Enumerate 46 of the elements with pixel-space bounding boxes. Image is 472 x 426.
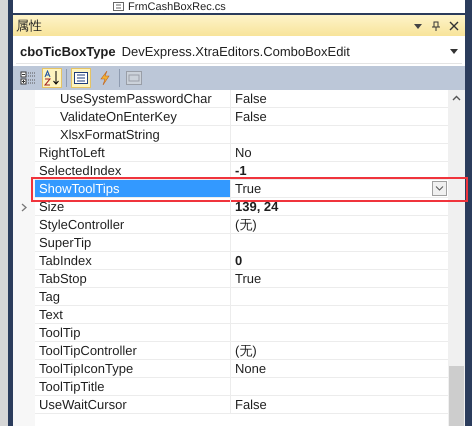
- property-name[interactable]: XlsxFormatString: [35, 126, 231, 144]
- pin-icon[interactable]: [431, 20, 441, 30]
- property-value[interactable]: (无): [235, 216, 257, 232]
- property-value[interactable]: 139, 24: [235, 198, 278, 214]
- property-name[interactable]: StyleController: [35, 216, 231, 234]
- property-value[interactable]: No: [235, 144, 252, 160]
- property-value[interactable]: False: [235, 108, 267, 124]
- property-name[interactable]: ValidateOnEnterKey: [35, 108, 231, 126]
- object-type: DevExpress.XtraEditors.ComboBoxEdit: [122, 44, 351, 58]
- property-name[interactable]: Tag: [35, 288, 231, 306]
- scroll-thumb[interactable]: [449, 366, 464, 426]
- caret-icon: [450, 48, 458, 54]
- scroll-up-icon[interactable]: [452, 95, 461, 101]
- property-value[interactable]: True: [235, 180, 262, 196]
- property-name[interactable]: TabIndex: [35, 252, 231, 270]
- close-icon[interactable]: [449, 20, 459, 30]
- chevron-down-icon: [435, 186, 444, 191]
- sort-icon: [44, 70, 60, 86]
- property-name[interactable]: ToolTip: [35, 324, 231, 342]
- object-name: cboTicBoxType: [20, 44, 116, 58]
- property-name[interactable]: RightToLeft: [35, 144, 231, 162]
- property-value[interactable]: False: [235, 90, 267, 106]
- toolbar-button[interactable]: [42, 68, 62, 88]
- property-name[interactable]: ToolTipTitle: [35, 378, 231, 396]
- dropdown-button[interactable]: [432, 181, 447, 196]
- property-value[interactable]: (无): [235, 342, 257, 358]
- property-value[interactable]: None: [235, 360, 266, 376]
- property-name[interactable]: ToolTipIconType: [35, 360, 231, 378]
- property-list-icon: [74, 72, 88, 84]
- property-name[interactable]: ToolTipController: [35, 342, 231, 360]
- toolbar-button[interactable]: [71, 68, 91, 88]
- property-name[interactable]: UseSystemPasswordChar: [35, 90, 231, 108]
- property-value[interactable]: 0: [235, 252, 242, 268]
- property-name[interactable]: TabStop: [35, 270, 231, 288]
- categorized-icon: [20, 71, 36, 85]
- property-name[interactable]: UseWaitCursor: [35, 396, 231, 414]
- scrollbar[interactable]: [448, 90, 465, 426]
- property-name[interactable]: Size: [35, 198, 231, 216]
- property-value[interactable]: False: [235, 396, 267, 412]
- property-name[interactable]: SuperTip: [35, 234, 231, 252]
- property-value[interactable]: -1: [235, 162, 247, 178]
- property-value[interactable]: True: [235, 270, 262, 286]
- lightning-icon: [100, 71, 110, 85]
- panel-title: 属性: [16, 16, 43, 34]
- property-pages-icon: [126, 71, 142, 85]
- property-name[interactable]: Text: [35, 306, 231, 324]
